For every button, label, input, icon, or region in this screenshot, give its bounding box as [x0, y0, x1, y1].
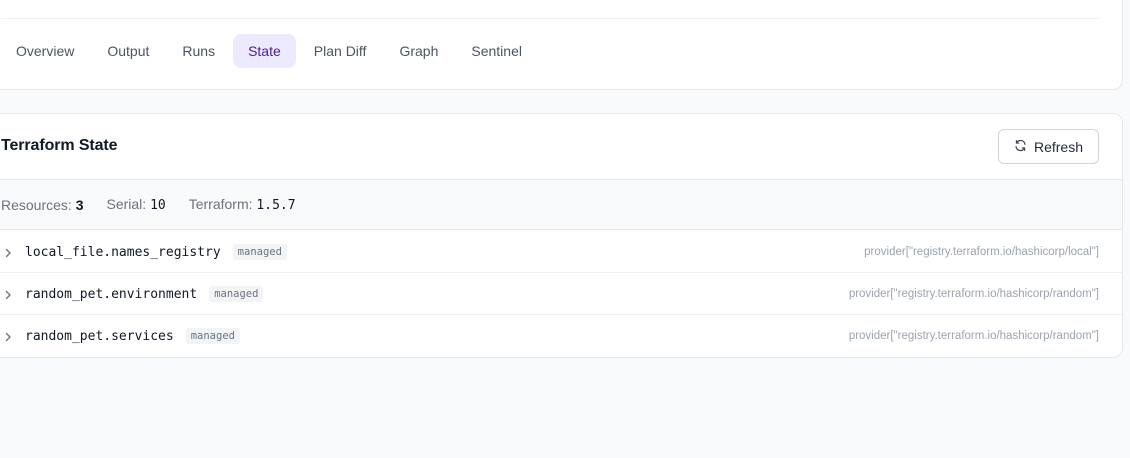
- serial-value: 10: [150, 198, 166, 213]
- resource-row[interactable]: local_file.names_registry managed provide…: [0, 231, 1122, 273]
- terraform-value: 1.5.7: [256, 198, 296, 213]
- resource-row[interactable]: random_pet.services managed provider["reg…: [0, 315, 1122, 357]
- resource-name: random_pet.environment managed: [25, 285, 264, 302]
- tab-overview[interactable]: Overview: [1, 34, 89, 68]
- mode-badge: managed: [185, 328, 240, 344]
- tab-bar: Overview Output Runs State Plan Diff Gra…: [1, 34, 540, 68]
- refresh-button-label: Refresh: [1033, 138, 1084, 155]
- resources-value: 3: [75, 196, 84, 213]
- chevron-right-icon[interactable]: [3, 246, 13, 258]
- state-metadata-bar: Resources: 3 Serial: 10 Terraform: 1.5.7: [0, 180, 1122, 230]
- state-panel-header: Terraform State Refresh: [0, 114, 1122, 180]
- resource-provider: provider["registry.terraform.io/hashicor…: [848, 330, 1099, 342]
- panel-title: Terraform State: [1, 137, 118, 154]
- terraform-label: Terraform:: [188, 196, 253, 212]
- resource-list: local_file.names_registry managed provide…: [0, 231, 1122, 357]
- resource-address: random_pet.services: [25, 329, 174, 344]
- serial-label: Serial:: [106, 196, 147, 212]
- mode-badge: managed: [209, 285, 264, 302]
- tab-state[interactable]: State: [233, 34, 296, 68]
- tab-graph[interactable]: Graph: [384, 34, 453, 68]
- tab-output[interactable]: Output: [92, 34, 164, 68]
- resource-provider: provider["registry.terraform.io/hashicor…: [864, 245, 1099, 258]
- terraform-state-panel: Terraform State Refresh Resources: 3 Ser…: [0, 113, 1123, 358]
- workspace-header-card: Overview Output Runs State Plan Diff Gra…: [0, 0, 1123, 90]
- terraform-version: Terraform: 1.5.7: [189, 196, 296, 213]
- resource-address: random_pet.environment: [25, 286, 198, 302]
- resources-label: Resources:: [1, 196, 72, 213]
- resource-provider: provider["registry.terraform.io/hashicor…: [848, 287, 1099, 300]
- resource-name: random_pet.services managed: [25, 328, 240, 344]
- mode-badge: managed: [232, 243, 287, 260]
- tab-plan-diff[interactable]: Plan Diff: [299, 34, 382, 68]
- header-divider: [1, 18, 1099, 19]
- tab-sentinel[interactable]: Sentinel: [456, 34, 537, 68]
- resource-name: local_file.names_registry managed: [25, 243, 287, 260]
- tab-runs[interactable]: Runs: [167, 34, 230, 68]
- resources-count: Resources: 3: [1, 197, 84, 213]
- resource-address: local_file.names_registry: [25, 244, 221, 260]
- refresh-icon: [1014, 139, 1027, 155]
- chevron-right-icon[interactable]: [3, 330, 13, 342]
- chevron-right-icon[interactable]: [3, 288, 13, 300]
- refresh-button[interactable]: Refresh: [998, 129, 1099, 164]
- serial-number: Serial: 10: [107, 196, 166, 213]
- resource-row[interactable]: random_pet.environment managed provider["…: [0, 273, 1122, 315]
